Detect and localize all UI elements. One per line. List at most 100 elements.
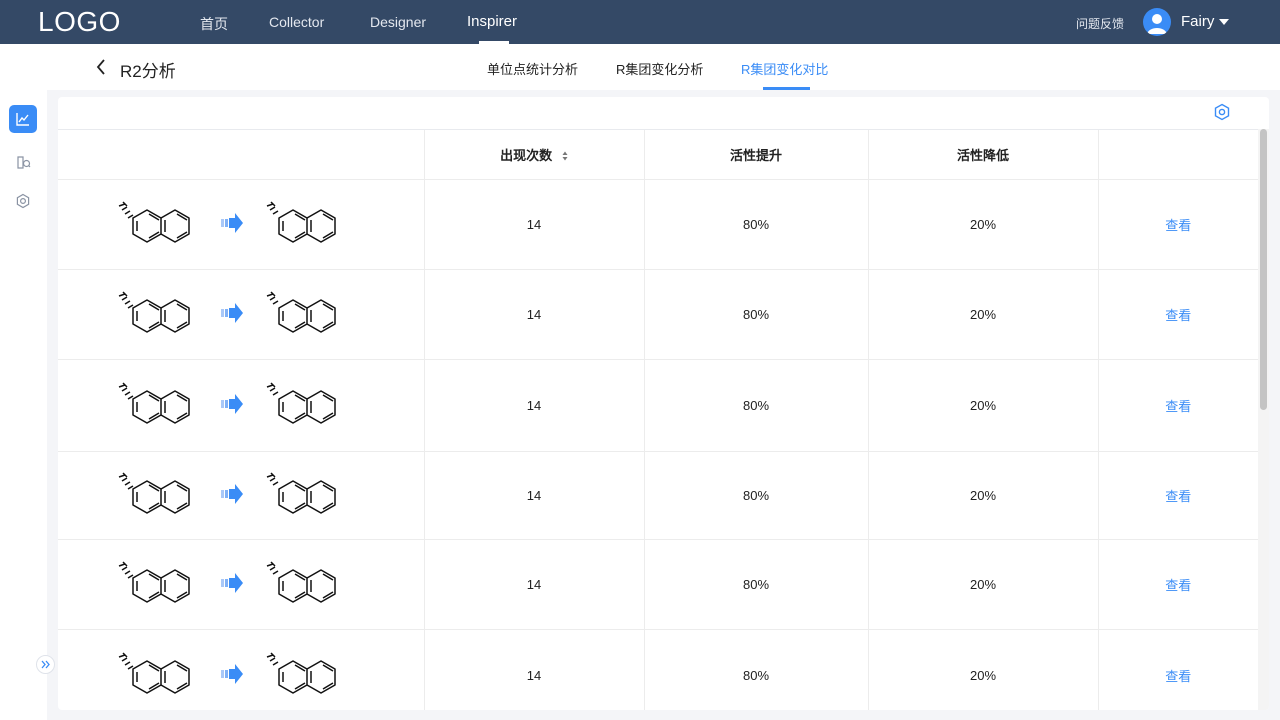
table-row: 14 80% 20% 查看 bbox=[58, 539, 1258, 630]
action-cell: 查看 bbox=[1098, 451, 1258, 540]
structure-cell bbox=[58, 539, 425, 630]
scrollbar-thumb[interactable] bbox=[1260, 129, 1267, 410]
table-header-row: 出现次数 活性提升 活性降低 bbox=[58, 130, 1258, 180]
naphthalene-structure-after bbox=[266, 201, 336, 243]
activity-down-value: 20% bbox=[969, 487, 997, 503]
activity-up-cell: 80% bbox=[644, 539, 869, 630]
nav-item-home[interactable]: 首页 bbox=[200, 14, 228, 34]
column-header-structure bbox=[58, 130, 425, 180]
action-cell: 查看 bbox=[1098, 359, 1258, 452]
r-group-transform-diagram bbox=[118, 472, 336, 514]
count-cell: 14 bbox=[424, 269, 645, 360]
chevron-down-icon[interactable] bbox=[1219, 19, 1229, 25]
view-link[interactable]: 查看 bbox=[1165, 218, 1191, 233]
count-cell: 14 bbox=[424, 629, 645, 710]
transform-arrow-icon bbox=[220, 484, 243, 504]
activity-down-cell: 20% bbox=[868, 451, 1099, 540]
naphthalene-structure-before bbox=[118, 382, 190, 424]
view-link[interactable]: 查看 bbox=[1165, 578, 1191, 593]
hexagon-settings-icon[interactable] bbox=[1213, 103, 1231, 121]
sidebar-expand-button[interactable] bbox=[36, 655, 55, 674]
activity-up-cell: 80% bbox=[644, 451, 869, 540]
vertical-scrollbar[interactable] bbox=[1258, 129, 1269, 710]
nav-item-inspirer[interactable]: Inspirer bbox=[467, 13, 517, 30]
action-cell: 查看 bbox=[1098, 269, 1258, 360]
tab-single-site-stats[interactable]: 单位点统计分析 bbox=[487, 59, 578, 78]
r-group-transform-diagram bbox=[118, 652, 336, 694]
activity-up-cell: 80% bbox=[644, 629, 869, 710]
action-cell: 查看 bbox=[1098, 539, 1258, 630]
r-group-transform-diagram bbox=[118, 561, 336, 603]
activity-up-value: 80% bbox=[742, 306, 770, 322]
sidebar-item-library[interactable] bbox=[9, 148, 37, 176]
activity-up-value: 80% bbox=[742, 487, 770, 503]
nav-item-designer[interactable]: Designer bbox=[370, 14, 426, 30]
nav-item-collector[interactable]: Collector bbox=[269, 14, 324, 30]
activity-down-cell: 20% bbox=[868, 269, 1099, 360]
structure-cell bbox=[58, 629, 425, 710]
structure-cell bbox=[58, 269, 425, 360]
count-cell: 14 bbox=[424, 359, 645, 452]
count-value: 14 bbox=[526, 216, 542, 232]
naphthalene-structure-after bbox=[266, 561, 336, 603]
molecule-book-icon bbox=[16, 155, 30, 169]
username[interactable]: Fairy bbox=[1181, 13, 1214, 30]
count-cell: 14 bbox=[424, 539, 645, 630]
naphthalene-structure-before bbox=[118, 472, 190, 514]
count-value: 14 bbox=[526, 306, 542, 322]
count-value: 14 bbox=[526, 397, 542, 413]
double-chevron-right-icon bbox=[41, 660, 50, 669]
transform-arrow-icon bbox=[220, 394, 243, 414]
back-arrow-icon[interactable] bbox=[95, 58, 107, 76]
left-sidebar bbox=[0, 44, 47, 720]
activity-down-value: 20% bbox=[969, 306, 997, 322]
naphthalene-structure-before bbox=[118, 652, 190, 694]
sidebar-item-analysis[interactable] bbox=[9, 105, 37, 133]
activity-up-cell: 80% bbox=[644, 179, 869, 270]
column-header-action bbox=[1098, 130, 1258, 180]
feedback-link[interactable]: 问题反馈 bbox=[1076, 15, 1124, 32]
activity-up-cell: 80% bbox=[644, 359, 869, 452]
activity-down-value: 20% bbox=[969, 667, 997, 683]
sidebar-item-settings[interactable] bbox=[9, 187, 37, 215]
column-header-count-label: 出现次数 bbox=[500, 147, 553, 163]
chart-icon bbox=[16, 113, 29, 126]
structure-cell bbox=[58, 359, 425, 452]
view-link[interactable]: 查看 bbox=[1165, 489, 1191, 504]
sort-icon[interactable] bbox=[562, 151, 568, 161]
r-group-transform-diagram bbox=[118, 382, 336, 424]
naphthalene-structure-before bbox=[118, 561, 190, 603]
naphthalene-structure-after bbox=[266, 291, 336, 333]
view-link[interactable]: 查看 bbox=[1165, 669, 1191, 684]
naphthalene-structure-after bbox=[266, 382, 336, 424]
count-value: 14 bbox=[526, 667, 542, 683]
logo[interactable]: LOGO bbox=[38, 6, 121, 38]
tab-r-group-change-compare[interactable]: R集团变化对比 bbox=[741, 59, 828, 78]
activity-up-value: 80% bbox=[742, 397, 770, 413]
view-link[interactable]: 查看 bbox=[1165, 308, 1191, 323]
table-row: 14 80% 20% 查看 bbox=[58, 359, 1258, 452]
view-link[interactable]: 查看 bbox=[1165, 399, 1191, 414]
sub-header: R2分析 单位点统计分析 R集团变化分析 R集团变化对比 bbox=[47, 44, 1280, 90]
table-row: 14 80% 20% 查看 bbox=[58, 629, 1258, 710]
table-row: 14 80% 20% 查看 bbox=[58, 179, 1258, 270]
table-row: 14 80% 20% 查看 bbox=[58, 451, 1258, 540]
r-group-transform-diagram bbox=[118, 291, 336, 333]
activity-down-value: 20% bbox=[969, 397, 997, 413]
column-header-activity-down: 活性降低 bbox=[868, 130, 1099, 180]
active-tab-indicator bbox=[763, 87, 810, 90]
count-cell: 14 bbox=[424, 179, 645, 270]
table-row: 14 80% 20% 查看 bbox=[58, 269, 1258, 360]
activity-down-value: 20% bbox=[969, 216, 997, 232]
naphthalene-structure-before bbox=[118, 291, 190, 333]
structure-cell bbox=[58, 179, 425, 270]
naphthalene-structure-after bbox=[266, 472, 336, 514]
column-header-count[interactable]: 出现次数 bbox=[424, 130, 645, 180]
structure-cell bbox=[58, 451, 425, 540]
avatar[interactable] bbox=[1143, 8, 1171, 36]
results-table: 出现次数 活性提升 活性降低 14 80% 20% 查看 14 80% 20% … bbox=[58, 130, 1258, 710]
tab-r-group-change-analysis[interactable]: R集团变化分析 bbox=[616, 59, 703, 78]
count-value: 14 bbox=[526, 487, 542, 503]
page-title: R2分析 bbox=[120, 62, 176, 81]
results-card: 出现次数 活性提升 活性降低 14 80% 20% 查看 14 80% 20% … bbox=[58, 97, 1269, 710]
